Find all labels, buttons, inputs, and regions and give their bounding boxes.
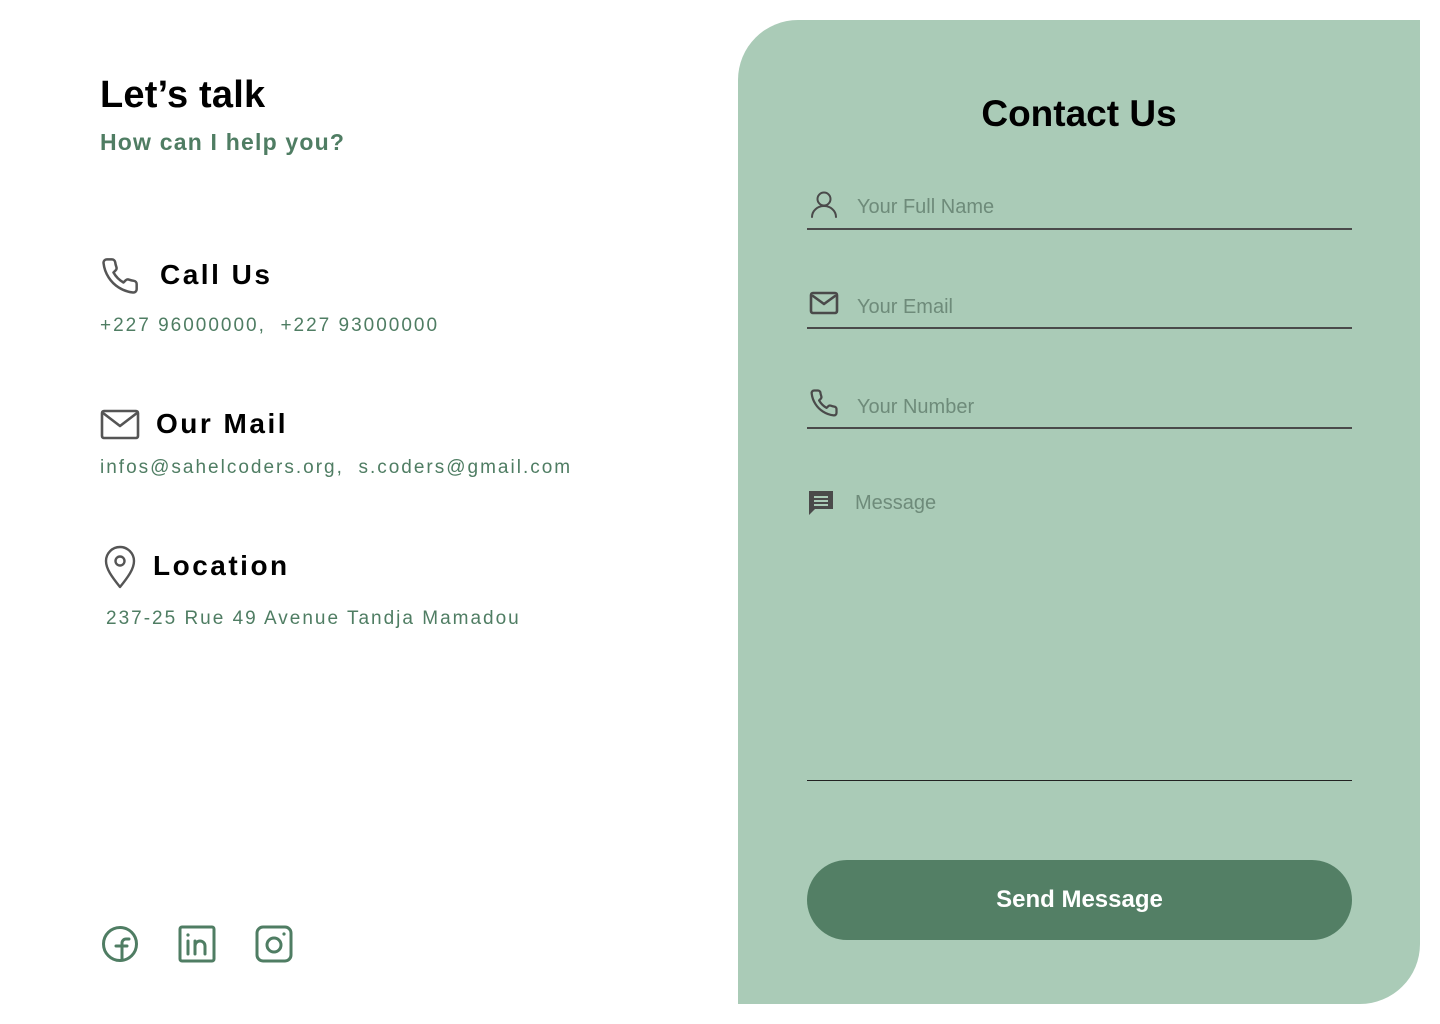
location-title: Location [153, 550, 290, 581]
message-field [807, 480, 1352, 781]
call-us-title: Call Us [160, 259, 273, 290]
mail-icon [100, 406, 140, 442]
email-input[interactable] [857, 294, 1352, 320]
email-addresses: infos@sahelcoders.org, s.coders@gmail.co… [100, 457, 573, 478]
full-name-field [807, 180, 1352, 230]
mail-icon [809, 290, 839, 321]
page-subtitle: How can I help you? [100, 129, 346, 155]
contact-form-card: Contact Us Your Full Name Your Email You… [738, 20, 1420, 1004]
phone-icon [809, 388, 839, 423]
send-message-button[interactable]: Send Message [807, 860, 1352, 940]
full-name-input[interactable] [857, 194, 1352, 220]
phone-icon [100, 256, 140, 296]
contact-form-title: Contact Us [981, 93, 1177, 134]
linkedin-icon[interactable] [178, 925, 216, 963]
message-input[interactable] [855, 492, 1352, 772]
number-input[interactable] [857, 394, 1352, 420]
location-pin-icon [102, 545, 138, 589]
email-field [807, 280, 1352, 329]
number-field [807, 380, 1352, 429]
location-address: 237-25 Rue 49 Avenue Tandja Mamadou [106, 608, 521, 629]
message-icon [807, 489, 835, 522]
phone-numbers: +227 96000000, +227 93000000 [100, 315, 440, 336]
user-icon [809, 190, 839, 223]
page-title: Let’s talk [100, 74, 266, 116]
facebook-icon[interactable] [101, 925, 139, 963]
contact-page: Let’s talk How can I help you? Call Us +… [0, 0, 1440, 1024]
our-mail-title: Our Mail [156, 408, 289, 439]
instagram-icon[interactable] [255, 925, 293, 963]
